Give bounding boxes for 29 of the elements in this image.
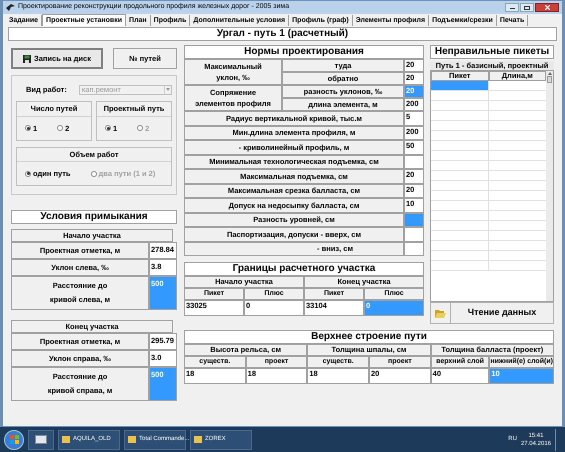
- app-icon: [6, 4, 15, 11]
- dropdown-arrow-icon: [164, 86, 171, 94]
- folder-icon: [194, 436, 202, 443]
- value-field[interactable]: [404, 154, 424, 169]
- value-field[interactable]: [404, 227, 424, 242]
- section-title: Верхнее строение пути: [184, 330, 554, 344]
- folder-icon: [435, 308, 446, 318]
- page-header: Ургал - путь 1 (расчетный): [8, 27, 557, 41]
- section-title: Неправильные пикеты: [430, 45, 554, 59]
- section-title: Границы расчетного участка: [184, 262, 424, 276]
- close-button[interactable]: [535, 3, 559, 12]
- value-field[interactable]: [404, 212, 424, 227]
- windows-logo-icon: [10, 435, 18, 444]
- start-button[interactable]: [4, 430, 24, 450]
- grid-cell[interactable]: [431, 81, 489, 90]
- close-icon: [544, 5, 550, 10]
- scrollbar[interactable]: [546, 71, 553, 301]
- minimize-button[interactable]: [505, 3, 519, 12]
- value-field[interactable]: [404, 242, 424, 256]
- folder-icon: [128, 436, 136, 443]
- taskbar-app[interactable]: [28, 430, 54, 450]
- maximize-button[interactable]: [520, 3, 534, 12]
- app-window-icon: [35, 435, 47, 444]
- section-title: Нормы проектирования: [184, 45, 424, 59]
- folder-icon: [62, 436, 70, 443]
- scroll-up-arrow-icon[interactable]: [548, 71, 552, 76]
- section-title: Условия примыкания: [11, 210, 177, 224]
- read-data-button[interactable]: Чтение данных: [430, 302, 554, 324]
- scrollbar-thumb[interactable]: [547, 76, 552, 83]
